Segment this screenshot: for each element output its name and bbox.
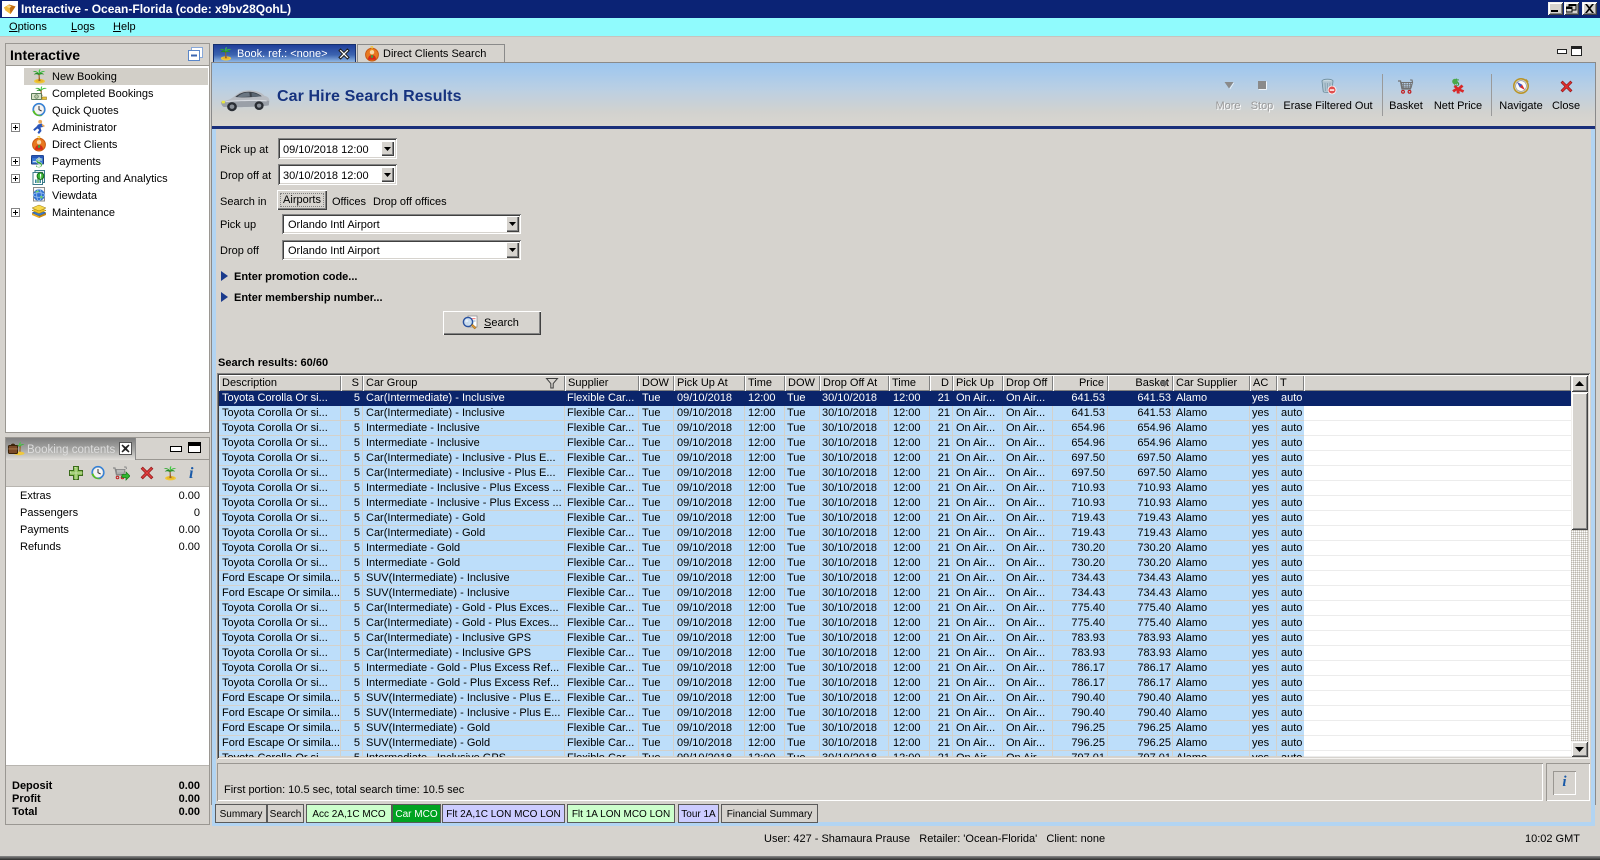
svg-text:$: $ [36,157,43,170]
svg-text:?: ? [37,137,41,143]
svg-text:?: ? [370,47,374,53]
